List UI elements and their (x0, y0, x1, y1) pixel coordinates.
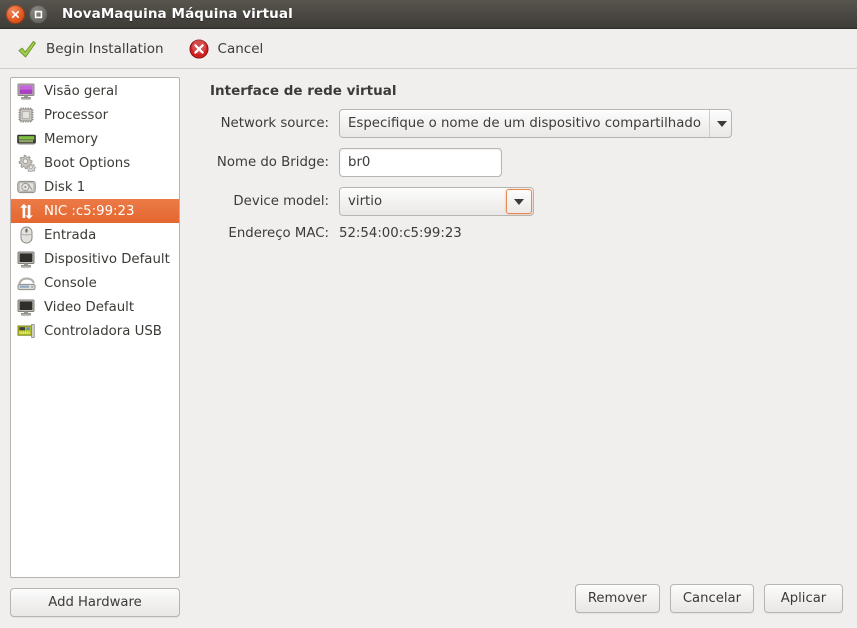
titlebar: NovaMaquina Máquina virtual (0, 0, 857, 29)
network-source-value: Especifique o nome de um dispositivo com… (348, 116, 701, 131)
network-source-row: Network source: Especifique o nome de um… (206, 109, 841, 138)
hardware-list[interactable]: Visão geral Processor Memory Boot Option… (10, 77, 180, 578)
device-model-label: Device model: (233, 194, 329, 209)
mac-address-value: 52:54:00:c5:99:23 (339, 226, 462, 241)
network-source-label: Network source: (220, 116, 329, 131)
sidebar-item-label: NIC :c5:99:23 (44, 203, 135, 219)
display-icon (15, 249, 37, 269)
begin-installation-button[interactable]: Begin Installation (12, 36, 168, 62)
sidebar-item-memory[interactable]: Memory (11, 127, 179, 151)
cancel-button[interactable]: Cancel (184, 36, 268, 62)
sidebar-item-dispositivo-default[interactable]: Dispositivo Default (11, 247, 179, 271)
window-title: NovaMaquina Máquina virtual (62, 6, 293, 22)
sidebar-item-nic[interactable]: NIC :c5:99:23 (11, 199, 179, 223)
sidebar-item-label: Video Default (44, 299, 135, 315)
usb-card-icon (15, 321, 37, 341)
device-detail-panel: Interface de rede virtual Network source… (190, 69, 857, 627)
footer-buttons: Remover Cancelar Aplicar (574, 584, 843, 613)
hard-disk-icon (15, 177, 37, 197)
add-hardware-button[interactable]: Add Hardware (10, 588, 180, 617)
virt-manager-window: NovaMaquina Máquina virtual Begin Instal… (0, 0, 857, 628)
gears-icon (15, 153, 37, 173)
cancel-label: Cancel (217, 40, 264, 57)
mac-address-label: Endereço MAC: (228, 226, 329, 241)
sidebar-item-label: Boot Options (44, 155, 131, 171)
checkmark-icon (16, 38, 38, 60)
sidebar-item-label: Console (44, 275, 97, 291)
sidebar-item-console[interactable]: Console (11, 271, 179, 295)
sidebar-item-label: Dispositivo Default (44, 251, 170, 267)
apply-button[interactable]: Aplicar (764, 584, 843, 613)
bridge-name-label: Nome do Bridge: (216, 155, 329, 170)
sidebar-item-label: Memory (44, 131, 99, 147)
sidebar-item-entrada[interactable]: Entrada (11, 223, 179, 247)
chevron-down-icon[interactable] (708, 110, 731, 137)
begin-installation-label: Begin Installation (46, 40, 164, 57)
panel-title: Interface de rede virtual (210, 83, 397, 99)
chevron-down-icon[interactable] (506, 189, 532, 214)
network-arrows-icon (15, 201, 37, 221)
sidebar-item-boot-options[interactable]: Boot Options (11, 151, 179, 175)
device-model-value: virtio (348, 194, 383, 209)
cpu-chip-icon (15, 105, 37, 125)
device-model-row: Device model: virtio (206, 187, 841, 216)
window-body: Visão geral Processor Memory Boot Option… (0, 69, 857, 627)
display-icon (15, 297, 37, 317)
cancel-circle-icon (188, 38, 210, 60)
sidebar-item-controladora-usb[interactable]: Controladora USB (11, 319, 179, 343)
close-icon[interactable] (6, 4, 25, 24)
sidebar-item-label: Visão geral (44, 83, 118, 99)
console-icon (15, 273, 37, 293)
sidebar-item-label: Processor (44, 107, 109, 123)
network-source-select[interactable]: Especifique o nome de um dispositivo com… (339, 109, 732, 138)
memory-stick-icon (15, 129, 37, 149)
bridge-name-row: Nome do Bridge: (206, 148, 841, 177)
sidebar-item-video-default[interactable]: Video Default (11, 295, 179, 319)
remove-button[interactable]: Remover (574, 584, 660, 613)
sidebar-item-processor[interactable]: Processor (11, 103, 179, 127)
bridge-name-input[interactable] (339, 148, 502, 177)
sidebar-item-visao-geral[interactable]: Visão geral (11, 79, 179, 103)
mouse-icon (15, 225, 37, 245)
cancel-changes-button[interactable]: Cancelar (669, 584, 754, 613)
sidebar-item-disk-1[interactable]: Disk 1 (11, 175, 179, 199)
sidebar-item-label: Controladora USB (44, 323, 162, 339)
mac-address-row: Endereço MAC: 52:54:00:c5:99:23 (206, 226, 841, 241)
sidebar-item-label: Entrada (44, 227, 97, 243)
hardware-sidebar: Visão geral Processor Memory Boot Option… (0, 69, 190, 627)
sidebar-item-label: Disk 1 (44, 179, 86, 195)
monitor-overview-icon (15, 81, 37, 101)
device-model-select[interactable]: virtio (339, 187, 534, 216)
maximize-icon[interactable] (29, 4, 48, 24)
toolbar: Begin Installation Cancel (0, 29, 857, 69)
